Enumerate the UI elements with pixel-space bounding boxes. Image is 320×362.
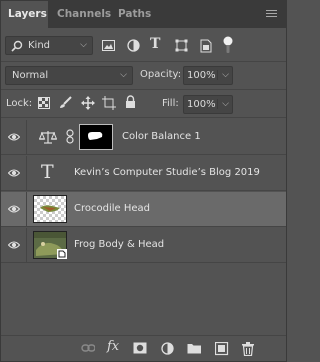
chevron-down-icon: ⌵ [80,40,87,50]
lock-artboard-icon[interactable] [102,96,116,110]
chevron-down-icon[interactable]: ⌵ [217,99,229,109]
filter-toggle-icon[interactable] [223,36,233,54]
filter-kind-label: Kind [28,40,51,51]
layer-row-crocodile-head[interactable]: Crocodile Head [1,192,286,227]
layer-row-text[interactable]: T Kevin’s Computer Studie’s Blog 2019 [1,156,286,191]
tab-layers[interactable]: Layers [1,1,48,28]
lock-row: Lock: Fill: 100% ⌵ [1,90,286,118]
layer-row-frog-body-head[interactable]: Frog Body & Head [1,228,286,263]
crocodile-head-thumbnail-art [40,205,60,212]
color-balance-scale-icon [39,131,57,144]
filter-kind-select[interactable]: Kind ⌵ [5,36,93,55]
layer-row-color-balance[interactable]: Color Balance 1 [1,120,286,155]
column-divider [26,156,27,191]
opacity-label: Opacity: [140,69,182,80]
fx-icon[interactable]: fx [107,339,125,354]
lock-all-icon[interactable] [125,95,136,109]
shape-filter-icon[interactable] [175,39,188,52]
fill-field[interactable]: 100% ⌵ [183,95,233,114]
opacity-field[interactable]: 100% ⌵ [183,66,233,85]
column-divider [26,120,27,155]
lock-label: Lock: [6,98,33,109]
lock-image-pixels-icon[interactable] [59,96,72,109]
lock-transparent-pixels-icon[interactable] [38,97,50,109]
layer-name: Frog Body & Head [74,239,165,250]
layer-mask-thumbnail[interactable] [79,124,113,150]
smart-object-badge-icon [57,249,67,259]
layer-thumbnail[interactable] [33,195,67,223]
column-divider [26,228,27,263]
layers-list: Color Balance 1 T Kevin’s Computer Studi… [1,118,286,338]
text-layer-icon: T [41,161,54,183]
blend-mode-value: Normal [12,70,49,81]
visibility-eye-icon[interactable] [8,240,20,250]
column-divider [26,192,27,227]
layers-panel: Layers Channels Paths Kind ⌵ T Normal ⌵ … [0,0,287,362]
bottom-toolbar: fx [1,335,286,361]
new-layer-icon[interactable] [215,342,229,356]
blend-mode-select[interactable]: Normal ⌵ [5,66,133,85]
panel-menu-icon[interactable] [266,10,277,19]
add-mask-icon[interactable] [133,342,147,356]
chevron-down-icon: ⌵ [120,70,127,80]
layer-name: Crocodile Head [74,203,150,214]
delete-layer-icon[interactable] [242,342,256,356]
adjustment-filter-icon[interactable] [127,39,140,52]
type-filter-icon[interactable]: T [150,36,160,52]
lock-position-icon[interactable] [81,96,95,110]
smart-object-filter-icon[interactable] [200,39,212,53]
blend-row: Normal ⌵ Opacity: 100% ⌵ [1,62,286,89]
fill-value: 100% [187,99,216,110]
layer-name: Kevin’s Computer Studie’s Blog 2019 [74,167,260,178]
chevron-down-icon[interactable]: ⌵ [217,70,229,80]
mask-shape [88,132,103,140]
visibility-eye-icon[interactable] [8,168,20,178]
tab-channels[interactable]: Channels [57,1,111,28]
filter-row: Kind ⌵ T [1,28,286,61]
search-icon [11,40,23,52]
opacity-value: 100% [187,70,216,81]
visibility-eye-icon[interactable] [8,132,20,142]
tab-paths[interactable]: Paths [118,1,151,28]
layer-thumbnail[interactable] [33,231,67,259]
visibility-eye-icon[interactable] [8,204,20,214]
layer-name: Color Balance 1 [122,131,201,142]
mask-link-icon[interactable] [66,129,74,145]
link-layers-icon[interactable] [81,343,95,357]
fill-label: Fill: [162,98,179,109]
new-adjustment-icon[interactable] [161,342,175,356]
new-group-icon[interactable] [187,342,201,356]
image-filter-icon[interactable] [102,40,115,52]
tab-bar: Layers Channels Paths [1,1,286,28]
